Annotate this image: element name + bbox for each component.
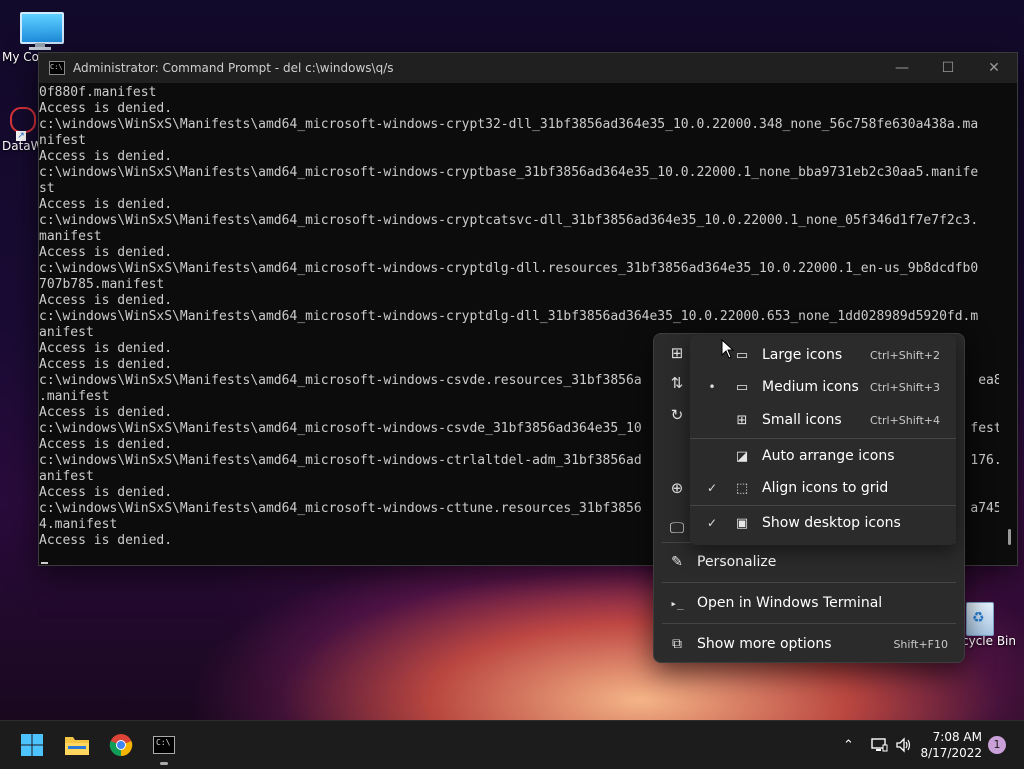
submenu-item-auto-arrange[interactable]: ◪ Auto arrange icons bbox=[690, 441, 956, 471]
medium-icons-icon: ▭ bbox=[735, 379, 749, 395]
minimize-button[interactable]: — bbox=[879, 53, 925, 83]
console-line: c:\windows\WinSxS\Manifests\amd64_micros… bbox=[39, 213, 979, 228]
start-button[interactable] bbox=[14, 727, 50, 763]
console-line: Access is denied. bbox=[39, 101, 173, 116]
console-line: 0f880f.manifest bbox=[39, 85, 157, 100]
monitor-icon bbox=[18, 10, 64, 50]
close-button[interactable]: ✕ bbox=[971, 53, 1017, 83]
menu-item-label: Personalize bbox=[697, 554, 777, 570]
submenu-item-shortcut: Ctrl+Shift+4 bbox=[869, 413, 940, 427]
menu-item-show-more-options[interactable]: ⧉ Show more options Shift+F10 bbox=[654, 626, 964, 662]
maximize-button[interactable]: ☐ bbox=[925, 53, 971, 83]
menu-item-label: Show more options bbox=[697, 636, 832, 652]
window-titlebar[interactable]: C:\ Administrator: Command Prompt - del … bbox=[39, 53, 1017, 83]
console-line: c:\windows\WinSxS\Manifests\amd64_micros… bbox=[39, 165, 979, 180]
console-line: Access is denied. bbox=[39, 197, 173, 212]
shortcut-arrow-icon: ↗ bbox=[16, 131, 26, 141]
chrome-button[interactable] bbox=[103, 727, 139, 763]
command-prompt-button[interactable]: C:\ bbox=[146, 727, 182, 765]
show-hidden-icons-button[interactable]: ⌃ bbox=[843, 721, 854, 769]
menu-separator bbox=[662, 582, 956, 583]
console-line: c:\windows\WinSxS\Manifests\amd64_micros… bbox=[39, 117, 979, 132]
mouse-pointer-icon bbox=[721, 339, 735, 359]
align-grid-icon: ⬚ bbox=[735, 480, 749, 496]
submenu-item-label: Show desktop icons bbox=[762, 515, 901, 531]
submenu-item-label: Align icons to grid bbox=[762, 480, 889, 496]
submenu-item-show-desktop-icons[interactable]: ✓ ▣ Show desktop icons bbox=[690, 508, 956, 538]
console-line: 707b785.manifest bbox=[39, 277, 165, 292]
clock-time: 7:08 AM bbox=[932, 730, 982, 744]
show-more-icon: ⧉ bbox=[672, 636, 682, 652]
submenu-separator bbox=[690, 505, 956, 506]
windows-logo-icon bbox=[21, 734, 43, 756]
menu-item-personalize[interactable]: ✎ Personalize bbox=[654, 544, 964, 580]
console-cursor bbox=[41, 562, 48, 564]
view-icon[interactable]: ⊞ bbox=[666, 342, 688, 364]
taskbar: C:\ ⌃ 7:08 AM 8/17/2022 1 bbox=[0, 720, 1024, 769]
menu-separator bbox=[662, 623, 956, 624]
refresh-icon[interactable]: ↻ bbox=[666, 404, 688, 426]
check-icon: ✓ bbox=[706, 516, 718, 530]
folder-icon bbox=[65, 737, 89, 755]
menu-item-open-terminal[interactable]: ▸_ Open in Windows Terminal bbox=[654, 585, 964, 621]
console-line: c:\windows\WinSxS\Manifests\amd64_micros… bbox=[39, 309, 979, 324]
console-line: Access is denied. bbox=[39, 245, 173, 260]
clock[interactable]: 7:08 AM 8/17/2022 bbox=[912, 729, 982, 761]
display-settings-icon[interactable]: 🖵 bbox=[666, 517, 688, 539]
console-line: Access is denied. bbox=[39, 293, 173, 308]
console-line: c:\windows\WinSxS\Manifests\amd64_micros… bbox=[39, 261, 979, 276]
check-icon: ✓ bbox=[706, 481, 718, 495]
console-scrollbar[interactable] bbox=[1008, 529, 1011, 545]
submenu-item-shortcut: Ctrl+Shift+3 bbox=[869, 380, 940, 394]
terminal-icon: ▸_ bbox=[670, 596, 684, 610]
desktop-icon-label: cycle Bin bbox=[962, 634, 1016, 648]
submenu-item-label: Large icons bbox=[762, 347, 843, 363]
brush-icon: ✎ bbox=[671, 554, 683, 570]
console-line: nifest bbox=[39, 133, 86, 148]
submenu-separator bbox=[690, 438, 956, 439]
auto-arrange-icon: ◪ bbox=[735, 448, 749, 464]
submenu-item-small-icons[interactable]: ⊞ Small icons Ctrl+Shift+4 bbox=[690, 405, 956, 435]
dataw-app-icon: ↗ bbox=[8, 105, 36, 141]
notification-badge[interactable]: 1 bbox=[988, 736, 1006, 754]
console-line: manifest bbox=[39, 229, 102, 244]
submenu-item-label: Small icons bbox=[762, 412, 842, 428]
submenu-item-label: Medium icons bbox=[762, 379, 859, 395]
file-explorer-button[interactable] bbox=[59, 727, 95, 763]
desktop-icon-dataw[interactable]: ↗ DataW bbox=[0, 105, 43, 153]
submenu-item-label: Auto arrange icons bbox=[762, 448, 895, 464]
submenu-item-medium-icons[interactable]: • ▭ Medium icons Ctrl+Shift+3 bbox=[690, 372, 956, 402]
desktop-icon-label: DataW bbox=[2, 139, 43, 153]
view-submenu: ▭ Large icons Ctrl+Shift+2 • ▭ Medium ic… bbox=[690, 335, 956, 545]
large-icons-icon: ▭ bbox=[735, 347, 749, 363]
volume-icon[interactable] bbox=[895, 721, 913, 769]
window-title: Administrator: Command Prompt - del c:\w… bbox=[73, 61, 394, 75]
chrome-icon bbox=[109, 734, 133, 757]
chevron-up-icon: ⌃ bbox=[843, 737, 854, 753]
sort-icon[interactable]: ⇅ bbox=[666, 372, 688, 394]
desktop-icon-recycle-bin[interactable]: ♻ cycle Bin bbox=[958, 598, 1018, 648]
menu-item-shortcut: Shift+F10 bbox=[893, 637, 948, 651]
new-icon[interactable]: ⊕ bbox=[666, 477, 688, 499]
small-icons-icon: ⊞ bbox=[736, 412, 748, 428]
cmd-taskbar-icon: C:\ bbox=[153, 736, 175, 754]
menu-item-label: Open in Windows Terminal bbox=[697, 595, 883, 611]
cmd-app-icon: C:\ bbox=[49, 61, 65, 75]
submenu-item-shortcut: Ctrl+Shift+2 bbox=[869, 348, 940, 362]
console-line: Access is denied. bbox=[39, 149, 173, 164]
network-icon[interactable] bbox=[870, 721, 888, 769]
show-desktop-icons-icon: ▣ bbox=[735, 515, 749, 531]
recycle-bin-icon: ♻ bbox=[964, 598, 994, 636]
active-app-indicator bbox=[160, 762, 168, 765]
submenu-item-align-to-grid[interactable]: ✓ ⬚ Align icons to grid bbox=[690, 473, 956, 503]
console-line: st bbox=[39, 181, 55, 196]
clock-date: 8/17/2022 bbox=[920, 746, 982, 760]
radio-indicator: • bbox=[708, 380, 716, 394]
